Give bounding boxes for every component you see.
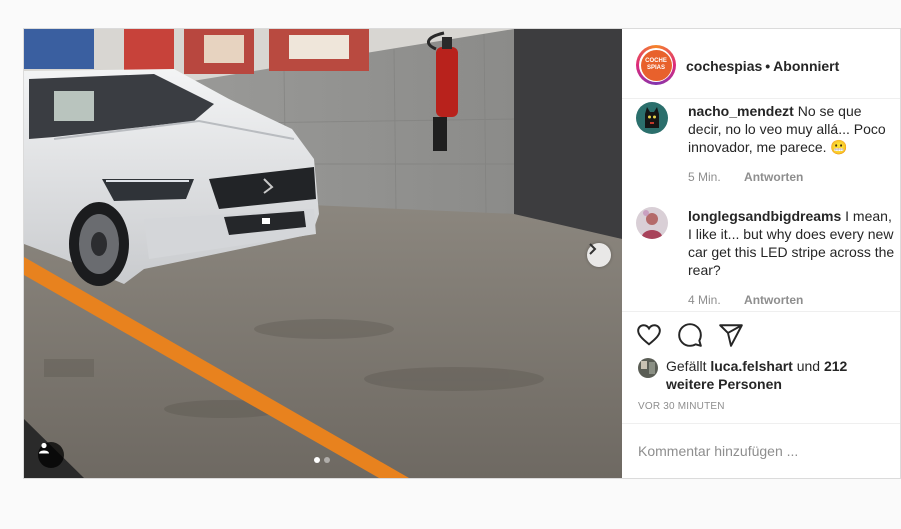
- author-username[interactable]: cochespias: [686, 58, 762, 74]
- liker-photo-icon: [638, 358, 658, 378]
- user-icon: [39, 442, 49, 454]
- avatar-border: COCHE SPIAS: [639, 48, 673, 82]
- chevron-right-icon: [589, 243, 597, 255]
- comment-meta: 5 Min. Antworten: [688, 170, 803, 184]
- commenter-avatar[interactable]: [636, 207, 668, 239]
- comment-text: longlegsandbigdreams I mean, I like it..…: [688, 207, 898, 279]
- author-avatar[interactable]: COCHE SPIAS: [636, 45, 676, 85]
- carousel-dot: [324, 457, 330, 463]
- logo-text-line2: SPIAS: [646, 65, 665, 71]
- post-photo[interactable]: [24, 29, 622, 478]
- parking-garage-car-photo: [24, 29, 622, 478]
- post-header: COCHE SPIAS cochespias • Abonniert: [622, 29, 900, 99]
- post-actions: [622, 311, 900, 359]
- cochespias-logo: COCHE SPIAS: [640, 49, 672, 81]
- comment-username[interactable]: longlegsandbigdreams: [688, 208, 841, 224]
- comment-text: nacho_mendezt No se que decir, no lo veo…: [688, 102, 898, 156]
- post-side-panel: COCHE SPIAS cochespias • Abonniert nacho…: [622, 29, 900, 478]
- likes-prefix: Gefällt: [666, 358, 707, 374]
- comment-time: 5 Min.: [688, 170, 721, 184]
- profile-photo-icon: [636, 207, 668, 239]
- comment-time: 4 Min.: [688, 293, 721, 307]
- carousel-dot-active: [314, 457, 320, 463]
- add-comment-section: [622, 423, 900, 478]
- commenter-avatar[interactable]: [636, 102, 668, 134]
- cat-avatar-icon: [636, 102, 668, 134]
- heart-icon[interactable]: [636, 322, 662, 348]
- comment-username[interactable]: nacho_mendezt: [688, 103, 794, 119]
- reply-button[interactable]: Antworten: [744, 293, 803, 307]
- liker-avatar[interactable]: [638, 358, 658, 378]
- fire-extinguisher: [436, 47, 458, 117]
- header-title: cochespias • Abonniert: [686, 58, 839, 74]
- send-icon[interactable]: [718, 322, 744, 348]
- post-timestamp[interactable]: VOR 30 MINUTEN: [638, 401, 725, 412]
- separator-dot: •: [765, 58, 771, 74]
- comment-icon[interactable]: [677, 322, 703, 348]
- follow-status-button[interactable]: Abonniert: [773, 58, 839, 74]
- carousel-indicator: [314, 457, 330, 463]
- instagram-post: COCHE SPIAS cochespias • Abonniert nacho…: [23, 28, 901, 479]
- liker-username[interactable]: luca.felshart: [710, 358, 792, 374]
- likes-conjunction: und: [796, 358, 821, 374]
- reply-button[interactable]: Antworten: [744, 170, 803, 184]
- tagged-users-button[interactable]: [38, 442, 64, 468]
- likes-text: Gefällt luca.felshart und 212 weitere Pe…: [666, 357, 866, 393]
- comment-input[interactable]: [638, 441, 878, 461]
- comment-meta: 4 Min. Antworten: [688, 293, 803, 307]
- next-slide-button[interactable]: [587, 243, 611, 267]
- comments-list[interactable]: nacho_mendezt No se que decir, no lo veo…: [622, 99, 900, 311]
- logo-text-line1: COCHE: [645, 58, 667, 64]
